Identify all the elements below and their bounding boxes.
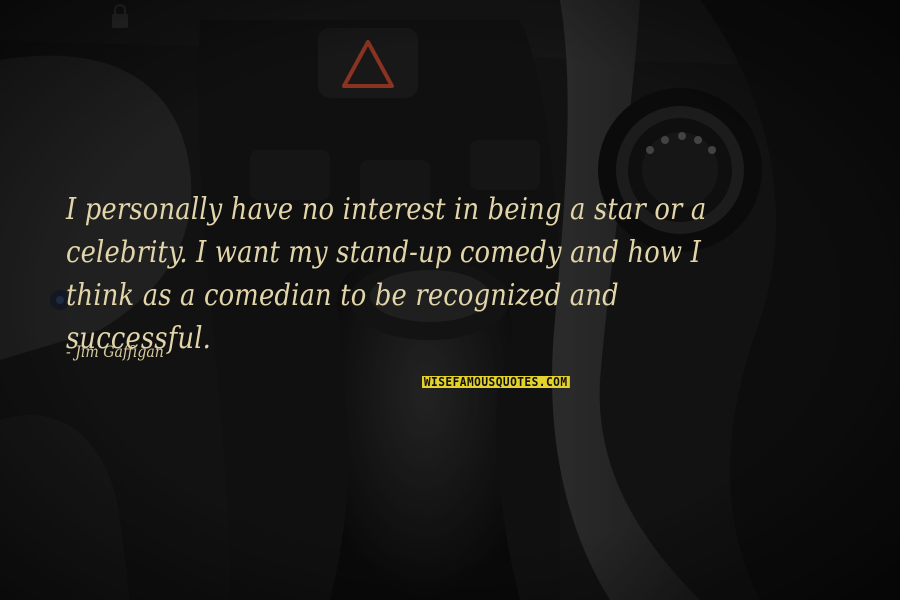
quote-author: - Jim Gaffigan — [66, 342, 164, 361]
quote-card: I personally have no interest in being a… — [0, 0, 900, 600]
wisefamousquotes-logo[interactable]: WISEFAMOUSQUOTES.COM — [422, 375, 570, 389]
quote-text: I personally have no interest in being a… — [66, 192, 707, 356]
